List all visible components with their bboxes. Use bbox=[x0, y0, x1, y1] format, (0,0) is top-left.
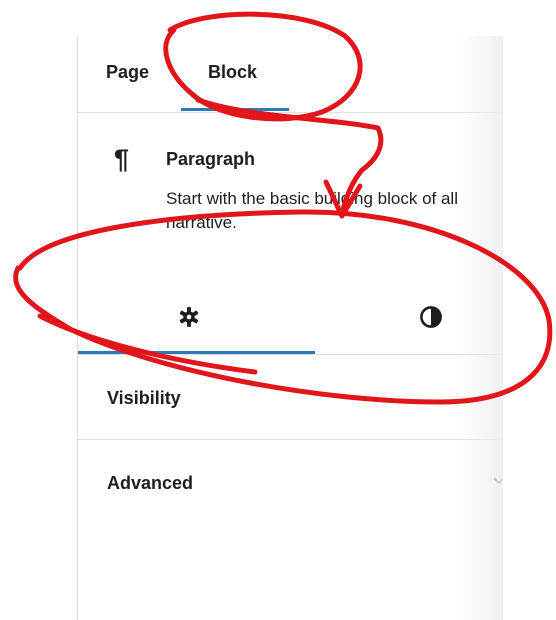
styles-tab[interactable] bbox=[416, 302, 446, 332]
sidebar-tab-bar: Page Block bbox=[78, 36, 503, 113]
settings-tab[interactable] bbox=[174, 302, 204, 332]
advanced-panel[interactable]: Advanced bbox=[78, 440, 503, 524]
gear-icon bbox=[179, 307, 199, 327]
paragraph-icon: ¶ bbox=[114, 144, 130, 174]
inspector-tab-bar bbox=[78, 288, 503, 355]
tab-block[interactable]: Block bbox=[208, 62, 257, 83]
visibility-panel[interactable]: Visibility bbox=[78, 355, 503, 440]
visibility-label: Visibility bbox=[107, 388, 181, 408]
screenshot-canvas: Page Block ¶ Paragraph Start with the ba… bbox=[0, 0, 556, 620]
block-description: Start with the basic building block of a… bbox=[166, 189, 458, 232]
active-tab-indicator bbox=[181, 108, 289, 111]
tab-page[interactable]: Page bbox=[106, 62, 149, 83]
block-title: Paragraph bbox=[166, 149, 256, 169]
contrast-icon bbox=[420, 306, 442, 328]
advanced-label: Advanced bbox=[107, 473, 194, 493]
chevron-down-icon bbox=[493, 477, 503, 485]
block-settings-sidebar: Page Block ¶ Paragraph Start with the ba… bbox=[77, 36, 503, 620]
block-card: ¶ Paragraph Start with the basic buildin… bbox=[78, 113, 503, 288]
active-inspector-tab-indicator bbox=[78, 351, 315, 354]
collapse-icon bbox=[493, 394, 503, 396]
